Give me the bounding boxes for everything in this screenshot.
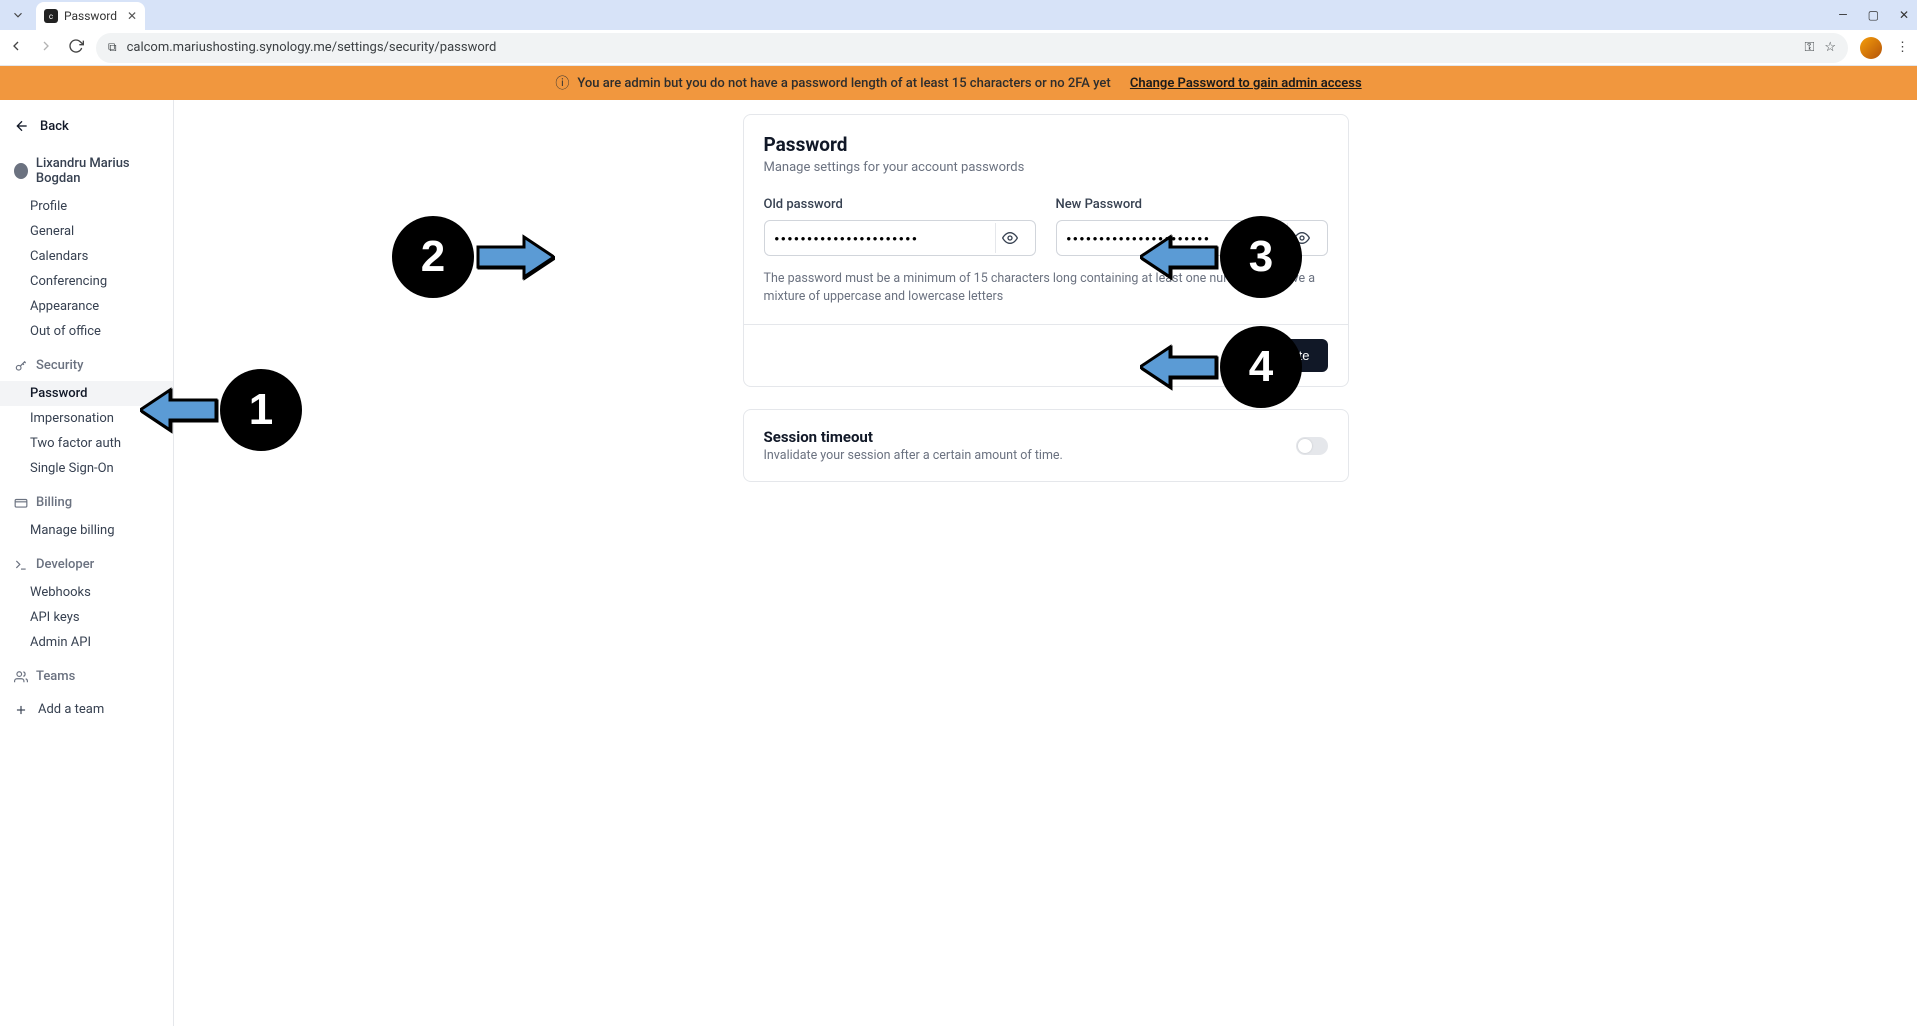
users-icon [14,670,28,684]
site-settings-icon[interactable]: ⧉ [108,40,117,55]
password-card: Password Manage settings for your accoun… [743,114,1349,387]
forward-icon[interactable] [38,38,54,58]
add-team-label: Add a team [38,702,104,717]
sidebar-item-webhooks[interactable]: Webhooks [0,580,173,605]
old-password-wrap [764,220,1036,256]
password-help-text: The password must be a minimum of 15 cha… [764,270,1328,306]
sidebar-item-general[interactable]: General [0,219,173,244]
sidebar-item-api-keys[interactable]: API keys [0,605,173,630]
sidebar-group-developer: Developer [0,549,173,580]
annotation-circle: 1 [220,369,302,451]
password-card-subtitle: Manage settings for your account passwor… [764,160,1328,175]
app-shell: Back Lixandru Marius Bogdan Profile Gene… [0,100,1917,1026]
session-timeout-toggle[interactable] [1296,437,1328,455]
credit-card-icon [14,496,28,510]
bookmark-star-icon[interactable]: ☆ [1824,40,1836,55]
sidebar-item-out-of-office[interactable]: Out of office [0,319,173,344]
url-text: calcom.mariushosting.synology.me/setting… [127,40,1795,55]
minimize-icon[interactable]: — [1838,8,1847,22]
new-password-input[interactable] [1067,231,1281,246]
arrow-right-icon [474,233,554,281]
annotation-2: 2 [392,216,554,298]
sidebar-item-sso[interactable]: Single Sign-On [0,456,173,481]
reload-icon[interactable] [68,38,84,58]
sidebar-item-appearance[interactable]: Appearance [0,294,173,319]
tabs-dropdown-icon[interactable] [8,5,28,25]
browser-toolbar: ⧉ calcom.mariushosting.synology.me/setti… [0,30,1917,66]
browser-tab-strip: c Password ✕ — ▢ ✕ [0,0,1917,30]
sidebar-item-conferencing[interactable]: Conferencing [0,269,173,294]
back-label: Back [40,119,69,134]
info-icon: ⓘ [555,73,569,93]
session-title: Session timeout [764,428,1063,446]
terminal-icon [14,558,28,572]
banner-text: You are admin but you do not have a pass… [577,76,1110,91]
old-password-input[interactable] [775,231,989,246]
update-button[interactable]: Update [1250,339,1328,372]
new-password-wrap [1056,220,1328,256]
key-icon [14,359,28,373]
close-window-icon[interactable]: ✕ [1899,8,1909,22]
session-subtitle: Invalidate your session after a certain … [764,448,1063,463]
toggle-knob [1298,439,1312,453]
plus-icon [14,703,28,717]
new-password-label: New Password [1056,197,1328,212]
password-key-icon[interactable]: ⚿ [1804,40,1814,55]
back-button[interactable]: Back [0,110,173,142]
tab-title: Password [64,9,117,23]
sidebar-item-admin-api[interactable]: Admin API [0,630,173,655]
admin-warning-banner: ⓘ You are admin but you do not have a pa… [0,66,1917,100]
sidebar-item-calendars[interactable]: Calendars [0,244,173,269]
window-controls: — ▢ ✕ [1838,8,1909,22]
favicon-icon: c [44,9,58,23]
user-name: Lixandru Marius Bogdan [36,156,159,186]
back-icon[interactable] [8,38,24,58]
sidebar-item-profile[interactable]: Profile [0,194,173,219]
browser-menu-icon[interactable]: ⋮ [1896,40,1909,55]
eye-icon [1002,230,1018,246]
sidebar-user[interactable]: Lixandru Marius Bogdan [0,142,173,194]
sidebar-group-security: Security [0,350,173,381]
sidebar-item-password[interactable]: Password [0,381,173,406]
sidebar-item-two-factor[interactable]: Two factor auth [0,431,173,456]
banner-link[interactable]: Change Password to gain admin access [1130,76,1362,91]
toggle-old-visibility-button[interactable] [995,223,1025,253]
toggle-new-visibility-button[interactable] [1287,223,1317,253]
close-tab-icon[interactable]: ✕ [127,9,137,23]
maximize-icon[interactable]: ▢ [1868,8,1879,22]
browser-tab[interactable]: c Password ✕ [36,2,145,30]
eye-icon [1294,230,1310,246]
url-bar[interactable]: ⧉ calcom.mariushosting.synology.me/setti… [96,33,1848,63]
sidebar-group-billing: Billing [0,487,173,518]
old-password-label: Old password [764,197,1036,212]
sidebar-item-manage-billing[interactable]: Manage billing [0,518,173,543]
add-team-button[interactable]: Add a team [0,692,173,727]
sidebar-group-teams: Teams [0,661,173,692]
sidebar-item-impersonation[interactable]: Impersonation [0,406,173,431]
password-card-title: Password [764,133,1328,156]
profile-avatar-icon[interactable] [1860,37,1882,59]
annotation-circle: 2 [392,216,474,298]
sidebar: Back Lixandru Marius Bogdan Profile Gene… [0,100,174,1026]
main-content: Password Manage settings for your accoun… [174,100,1917,1026]
developer-header-label: Developer [36,557,94,572]
billing-header-label: Billing [36,495,72,510]
user-avatar-icon [14,163,28,179]
teams-header-label: Teams [36,669,75,684]
session-timeout-card: Session timeout Invalidate your session … [743,409,1349,482]
security-header-label: Security [36,358,83,373]
